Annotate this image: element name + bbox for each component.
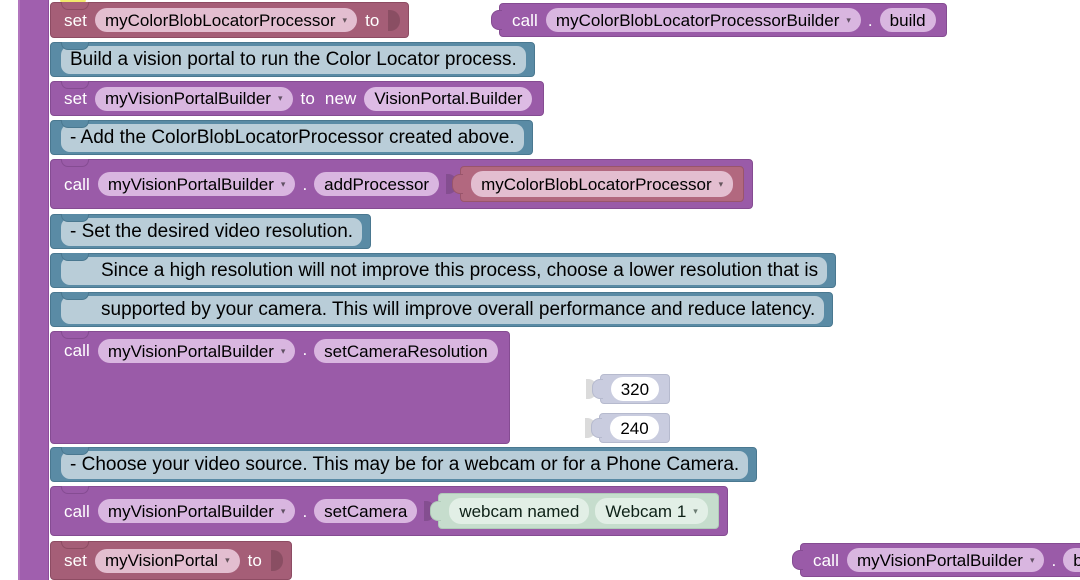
webcam-label-text: webcam named — [459, 501, 580, 521]
variable-dropdown-my-vision-portal-builder[interactable]: myVisionPortalBuilder ▾ — [94, 86, 293, 111]
call-keyword: call — [813, 550, 839, 570]
block-set-vision-portal[interactable]: set myVisionPortal ▾ to — [50, 541, 292, 580]
member-separator: . — [867, 10, 873, 30]
call-keyword: call — [64, 501, 90, 521]
method-build: build — [879, 8, 936, 32]
block-call-vision-portal-builder-build[interactable]: call myVisionPortalBuilder ▾ . build — [800, 543, 1080, 577]
method-name: build — [1073, 550, 1080, 570]
constructor-vision-portal-builder: VisionPortal.Builder — [364, 86, 533, 111]
comment-text[interactable]: - Add the ColorBlobLocatorProcessor crea… — [61, 123, 524, 152]
target-name: myVisionPortalBuilder — [107, 341, 274, 361]
block-call-add-processor[interactable]: call myVisionPortalBuilder ▾ . addProces… — [50, 159, 754, 209]
webcam-name: Webcam 1 — [605, 501, 687, 521]
block-set-vision-portal-builder[interactable]: set myVisionPortalBuilder ▾ to new Visio… — [50, 81, 545, 116]
chevron-down-icon: ▾ — [280, 345, 286, 356]
member-separator: . — [1051, 550, 1057, 570]
block-variable-my-color-blob-locator-processor[interactable]: myColorBlobLocatorProcessor ▾ — [460, 166, 745, 202]
block-comment-choose-video-source[interactable]: - Choose your video source. This may be … — [50, 447, 758, 482]
block-comment-build-vision-portal[interactable]: Build a vision portal to run the Color L… — [50, 42, 535, 77]
opmode-block-spine[interactable] — [18, 0, 49, 580]
block-webcam-named[interactable]: webcam named Webcam 1 ▾ — [438, 493, 719, 529]
argument-label-height: height — [533, 418, 580, 437]
webcam-label: webcam named — [449, 498, 590, 524]
variable-name: myColorBlobLocatorProcessor — [481, 174, 712, 194]
chevron-down-icon: ▾ — [693, 505, 698, 516]
target-dropdown-my-vision-portal-builder[interactable]: myVisionPortalBuilder ▾ — [97, 339, 296, 363]
to-label: to — [300, 89, 315, 108]
target-dropdown-my-vision-portal-builder[interactable]: myVisionPortalBuilder ▾ — [97, 499, 296, 523]
method-name: setCameraResolution — [324, 341, 488, 361]
new-keyword: new — [324, 89, 357, 108]
target-dropdown-my-vision-portal-builder[interactable]: myVisionPortalBuilder ▾ — [846, 548, 1045, 572]
value-socket — [270, 550, 283, 571]
target-name: myVisionPortalBuilder — [107, 174, 274, 194]
comment-text[interactable]: - Choose your video source. This may be … — [61, 450, 749, 479]
block-comment-add-processor[interactable]: - Add the ColorBlobLocatorProcessor crea… — [50, 120, 533, 155]
chevron-down-icon: ▾ — [280, 178, 286, 189]
opmode-block-spine-highlight — [18, 0, 20, 580]
to-label: to — [365, 10, 380, 30]
method-add-processor: addProcessor — [314, 172, 440, 196]
block-call-set-camera[interactable]: call myVisionPortalBuilder ▾ . setCamera… — [50, 486, 728, 536]
target-name: myColorBlobLocatorProcessorBuilder — [555, 10, 840, 30]
comment-text[interactable]: Since a high resolution will not improve… — [61, 256, 828, 285]
block-number-height[interactable]: 240 — [599, 413, 670, 443]
block-call-set-camera-resolution[interactable]: call myVisionPortalBuilder ▾ . setCamera… — [50, 331, 510, 444]
chevron-down-icon: ▾ — [277, 93, 283, 103]
chevron-down-icon: ▾ — [280, 505, 286, 516]
member-separator: . — [302, 501, 308, 521]
method-name: setCamera — [324, 501, 408, 521]
block-comment-set-resolution[interactable]: - Set the desired video resolution. — [50, 214, 372, 249]
argument-label-width: width — [540, 379, 580, 398]
member-separator: . — [302, 340, 308, 359]
chevron-down-icon: ▾ — [342, 14, 348, 25]
chevron-down-icon: ▾ — [225, 555, 230, 565]
chevron-down-icon: ▾ — [1029, 554, 1035, 565]
variable-name: myVisionPortalBuilder — [104, 89, 271, 108]
block-set-color-blob-processor[interactable]: set myColorBlobLocatorProcessor ▾ to — [50, 2, 410, 38]
target-name: myVisionPortalBuilder — [107, 501, 274, 521]
target-dropdown-my-vision-portal-builder[interactable]: myVisionPortalBuilder ▾ — [97, 172, 296, 196]
to-label: to — [247, 551, 262, 570]
method-name: build — [889, 10, 926, 30]
block-number-width[interactable]: 320 — [599, 374, 671, 404]
argument-row-height: height 240 — [533, 413, 670, 443]
chevron-down-icon: ▾ — [846, 14, 851, 25]
number-value: 240 — [620, 418, 649, 438]
variable-dropdown-my-vision-portal[interactable]: myVisionPortal ▾ — [94, 548, 240, 573]
call-keyword: call — [64, 174, 90, 194]
set-keyword: set — [64, 89, 87, 108]
variable-dropdown-my-color-blob-locator-processor[interactable]: myColorBlobLocatorProcessor ▾ — [471, 171, 734, 197]
method-name: addProcessor — [324, 174, 430, 194]
block-comment-resolution-note-1[interactable]: Since a high resolution will not improve… — [50, 253, 837, 288]
comment-text[interactable]: - Set the desired video resolution. — [61, 217, 363, 246]
call-keyword: call — [512, 10, 538, 30]
number-input-height[interactable]: 240 — [610, 416, 659, 440]
number-value: 320 — [620, 379, 650, 399]
call-keyword: call — [64, 341, 90, 360]
method-set-camera-resolution: setCameraResolution — [314, 339, 498, 363]
comment-text[interactable]: supported by your camera. This will impr… — [61, 295, 825, 324]
webcam-name-dropdown[interactable]: Webcam 1 ▾ — [595, 498, 708, 524]
method-set-camera: setCamera — [314, 499, 418, 523]
constructor-name: VisionPortal.Builder — [374, 89, 523, 108]
set-keyword: set — [64, 551, 87, 570]
chevron-down-icon: ▾ — [718, 178, 724, 189]
target-dropdown-my-color-blob-locator-processor-builder[interactable]: myColorBlobLocatorProcessorBuilder ▾ — [545, 8, 861, 32]
argument-row-width: width 320 — [540, 374, 671, 404]
number-input-width[interactable]: 320 — [610, 377, 660, 401]
variable-name: myColorBlobLocatorProcessor — [104, 10, 336, 30]
target-name: myVisionPortalBuilder — [856, 550, 1023, 570]
member-separator: . — [302, 174, 308, 194]
variable-dropdown-my-color-blob-locator-processor[interactable]: myColorBlobLocatorProcessor ▾ — [94, 8, 358, 32]
variable-name: myVisionPortal — [104, 551, 219, 570]
block-comment-resolution-note-2[interactable]: supported by your camera. This will impr… — [50, 292, 834, 327]
method-build: build — [1063, 548, 1080, 572]
blockly-workspace[interactable]: set myColorBlobLocatorProcessor ▾ to cal… — [0, 0, 1080, 580]
comment-text[interactable]: Build a vision portal to run the Color L… — [61, 45, 526, 74]
value-socket — [388, 9, 401, 31]
block-call-color-blob-builder-build[interactable]: call myColorBlobLocatorProcessorBuilder … — [499, 3, 947, 37]
set-keyword: set — [64, 10, 87, 30]
